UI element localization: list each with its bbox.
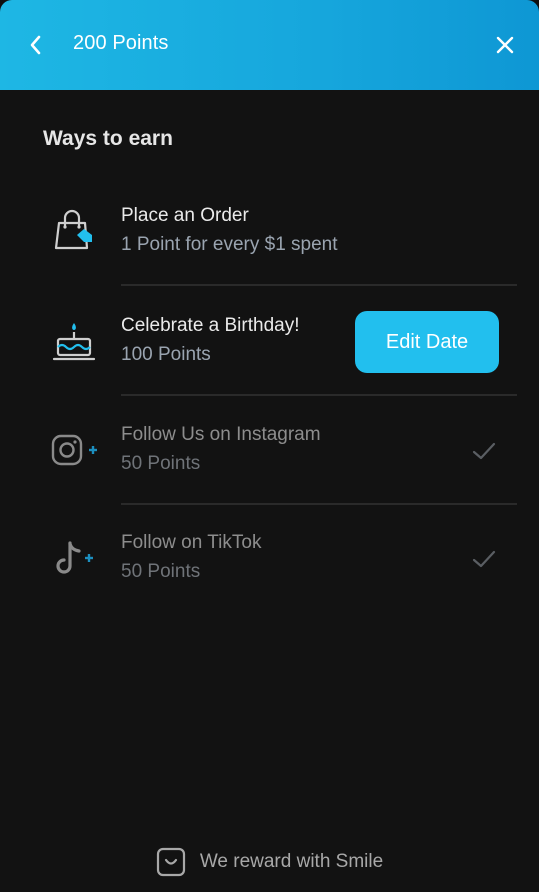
earn-item-subtitle: 1 Point for every $1 spent	[121, 234, 338, 255]
earn-item-subtitle: 100 Points	[121, 344, 211, 365]
birthday-cake-icon	[50, 318, 98, 366]
close-button[interactable]	[490, 30, 520, 60]
check-icon	[472, 442, 496, 460]
edit-date-button[interactable]: Edit Date	[355, 311, 499, 373]
earn-item-title: Follow on TikTok	[121, 532, 262, 553]
check-icon	[472, 550, 496, 568]
instagram-icon	[50, 427, 98, 475]
earn-item-title: Follow Us on Instagram	[121, 424, 321, 445]
footer-branding[interactable]: We reward with Smile	[0, 842, 539, 882]
divider	[121, 503, 517, 505]
earn-item-title: Celebrate a Birthday!	[121, 315, 300, 336]
shopping-bag-icon	[50, 207, 98, 255]
close-icon	[496, 36, 514, 54]
points-balance-title: 200 Points	[73, 32, 169, 54]
divider	[121, 284, 517, 286]
rewards-panel: 200 Points Ways to earn Place an Order 1…	[0, 0, 539, 892]
panel-header: 200 Points	[0, 0, 539, 90]
chevron-left-icon	[30, 35, 41, 55]
earn-item-subtitle: 50 Points	[121, 453, 201, 474]
tiktok-icon	[50, 535, 98, 583]
earn-item-title: Place an Order	[121, 205, 249, 226]
section-title: Ways to earn	[43, 127, 173, 150]
back-button[interactable]	[22, 30, 50, 60]
earn-item-subtitle: 50 Points	[121, 561, 201, 582]
smile-logo-icon	[156, 847, 185, 877]
footer-text: We reward with Smile	[199, 851, 384, 872]
divider	[121, 394, 517, 396]
